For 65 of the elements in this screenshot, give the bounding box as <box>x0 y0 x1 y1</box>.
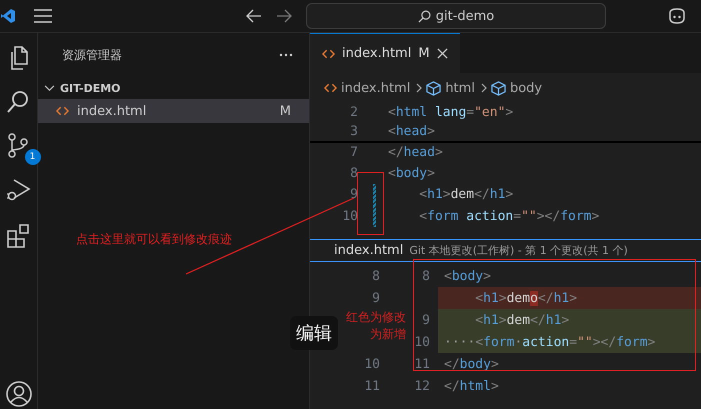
breadcrumb-item[interactable]: body <box>510 80 542 96</box>
file-item[interactable]: index.html M <box>38 99 309 123</box>
explorer-title: 资源管理器 <box>62 46 122 64</box>
code-line: <form action=""></form> <box>418 208 600 224</box>
file-name: index.html <box>77 104 148 118</box>
code-line: <body> <box>444 268 491 284</box>
breadcrumb-item[interactable]: html <box>445 80 475 96</box>
folder-name: GIT-DEMO <box>60 82 121 94</box>
line-number: 11 <box>364 378 380 394</box>
annotation-text: 为新增 <box>369 326 406 343</box>
change-marker[interactable] <box>372 184 376 206</box>
line-number: 12 <box>414 378 430 394</box>
extensions-icon[interactable] <box>6 221 32 249</box>
back-arrow-icon[interactable] <box>246 9 262 23</box>
breadcrumb-item[interactable]: index.html <box>341 80 410 96</box>
app-logo-icon <box>0 8 16 24</box>
menu-icon[interactable] <box>34 9 52 23</box>
peek-file-name: index.html <box>334 243 404 258</box>
tooltip: 编辑 <box>290 316 338 350</box>
git-status: M <box>418 46 430 61</box>
file-code-icon <box>324 83 337 93</box>
line-number: 9 <box>422 312 430 328</box>
forward-arrow-icon[interactable] <box>276 9 292 23</box>
line-number: 10 <box>364 356 380 372</box>
line-number: 7 <box>349 145 359 160</box>
search-field[interactable]: git-demo <box>306 3 606 29</box>
line-number: 3 <box>349 124 359 139</box>
annotation-text: 点击这里就可以看到修改痕迹 <box>76 231 232 248</box>
file-code-icon <box>322 48 335 58</box>
chevron-right-icon <box>480 83 487 93</box>
file-code-icon <box>56 106 69 116</box>
search-text: git-demo <box>436 8 494 24</box>
code-line: </body> <box>444 356 499 372</box>
line-number: 8 <box>349 166 359 181</box>
more-icon[interactable] <box>279 53 293 57</box>
line-number: 9 <box>372 290 380 306</box>
tab-label: index.html <box>342 46 412 61</box>
code-line: </head> <box>388 145 443 160</box>
search-icon <box>418 10 431 22</box>
chevron-right-icon <box>416 83 422 93</box>
line-number: 11 <box>414 356 430 372</box>
close-icon[interactable] <box>436 48 448 59</box>
line-number: 8 <box>422 268 430 284</box>
folder-item[interactable]: GIT-DEMO <box>38 77 309 99</box>
code-line: <head> <box>388 124 435 139</box>
line-number: 8 <box>372 268 380 284</box>
cube-icon <box>490 80 506 96</box>
code-line: </html> <box>444 378 499 394</box>
line-number: 2 <box>349 105 359 120</box>
account-icon[interactable] <box>6 381 32 407</box>
line-number: 9 <box>349 187 359 202</box>
git-status: M <box>280 104 291 118</box>
annotation-box <box>357 172 384 235</box>
line-number: 10 <box>414 334 430 350</box>
editor-tab[interactable]: index.html M <box>310 33 460 73</box>
chevron-down-icon <box>44 84 55 92</box>
code-line: <body> <box>388 166 435 181</box>
cube-icon <box>426 80 442 96</box>
code-line: <html lang="en"> <box>388 105 514 120</box>
change-marker[interactable] <box>372 206 376 227</box>
peek-description: Git 本地更改(工作树) - 第 1 个更改(共 1 个) <box>409 243 628 258</box>
annotation-text: 红色为修改 <box>345 309 406 326</box>
count-badge: 1 <box>24 149 40 165</box>
code-line: <h1>dem</h1> <box>418 187 514 202</box>
line-number: 10 <box>341 208 359 224</box>
